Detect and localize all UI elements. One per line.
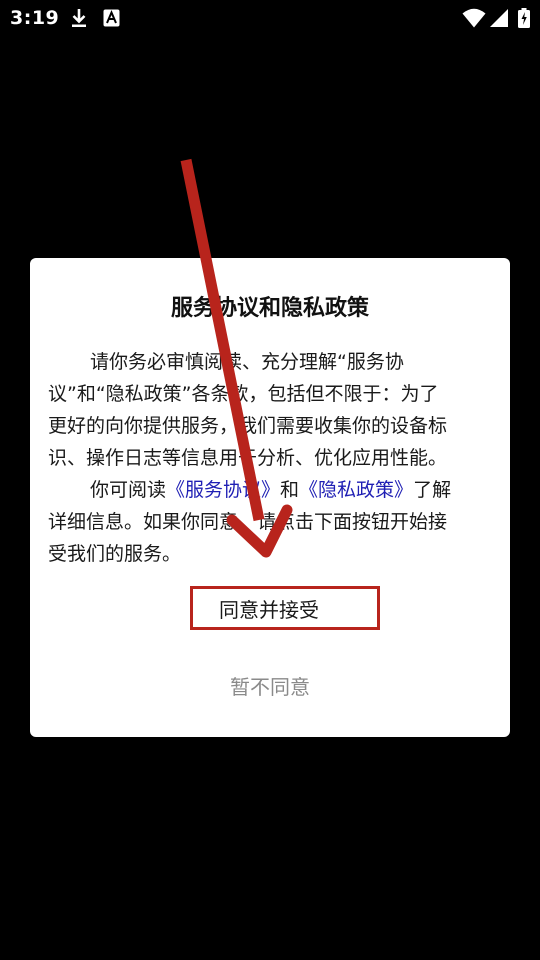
body-text: 了解	[413, 479, 452, 501]
accept-button[interactable]: 同意并接受	[190, 586, 380, 630]
text-a-icon	[103, 9, 120, 27]
privacy-policy-link[interactable]: 《隐私政策》	[299, 479, 413, 501]
body-text-line: 请你务必审慎阅读、充分理解“服务协	[90, 351, 404, 373]
body-text-line-links: 你可阅读《服务协议》和《隐私政策》了解	[90, 479, 451, 501]
body-text-line: 详细信息。如果你同意，请点击下面按钮开始接	[48, 511, 448, 533]
dialog-title: 服务协议和隐私政策	[170, 296, 369, 321]
download-icon	[72, 9, 86, 27]
signal-icon	[490, 9, 508, 27]
service-agreement-link[interactable]: 《服务协议》	[166, 479, 280, 501]
body-text: 和	[280, 479, 300, 501]
body-text-line: 议”和“隐私政策”各条款，包括但不限于：为了	[48, 383, 439, 405]
wifi-icon	[462, 8, 486, 28]
decline-button[interactable]: 暂不同意	[170, 672, 370, 702]
status-bar: 3:19	[0, 0, 540, 38]
body-text-line: 更好的向你提供服务，我们需要收集你的设备标	[48, 415, 448, 437]
body-text-line: 受我们的服务。	[48, 543, 182, 565]
battery-charging-icon	[518, 8, 530, 28]
body-text: 你可阅读	[90, 479, 167, 501]
body-text-line: 识、操作日志等信息用于分析、优化应用性能。	[48, 447, 448, 469]
status-time: 3:19	[10, 7, 60, 29]
